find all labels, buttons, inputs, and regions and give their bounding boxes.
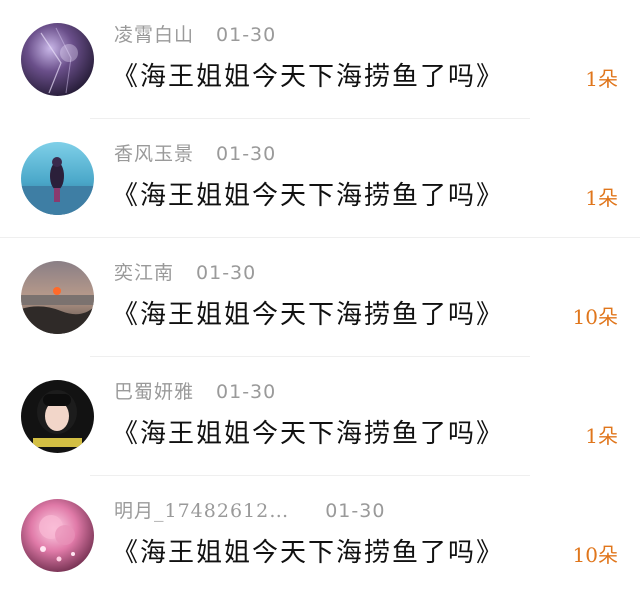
item-date: 01-30: [325, 500, 386, 522]
flower-count: 1朵: [585, 67, 618, 91]
list-item[interactable]: 凌霄白山 01-30 《海王姐姐今天下海捞鱼了吗》 1朵: [0, 0, 640, 118]
item-title[interactable]: 《海王姐姐今天下海捞鱼了吗》: [112, 56, 504, 93]
item-meta: 香风玉景 01-30: [114, 139, 276, 169]
purple-night-avatar-icon: [21, 23, 94, 96]
list-item[interactable]: 明月_17482612… 01-30 《海王姐姐今天下海捞鱼了吗》 10朵: [0, 476, 640, 593]
girl-by-lake-avatar-icon: [21, 142, 94, 215]
item-date: 01-30: [196, 262, 257, 284]
item-meta: 巴蜀妍雅 01-30: [114, 377, 276, 407]
avatar[interactable]: [21, 142, 94, 215]
item-title[interactable]: 《海王姐姐今天下海捞鱼了吗》: [112, 413, 504, 450]
avatar[interactable]: [21, 23, 94, 96]
gift-record-list: 凌霄白山 01-30 《海王姐姐今天下海捞鱼了吗》 1朵 香风玉景 01-30 …: [0, 0, 640, 593]
list-item[interactable]: 奕江南 01-30 《海王姐姐今天下海捞鱼了吗》 10朵: [0, 238, 640, 356]
user-name[interactable]: 凌霄白山: [114, 24, 194, 46]
user-name[interactable]: 巴蜀妍雅: [114, 381, 194, 403]
pink-flower-avatar-icon: [21, 499, 94, 572]
list-item[interactable]: 香风玉景 01-30 《海王姐姐今天下海捞鱼了吗》 1朵: [0, 119, 640, 237]
flower-count: 10朵: [572, 305, 618, 329]
item-meta: 奕江南 01-30: [114, 258, 256, 288]
girl-portrait-avatar-icon: [21, 380, 94, 453]
avatar[interactable]: [21, 380, 94, 453]
item-date: 01-30: [216, 381, 277, 403]
flower-count: 1朵: [585, 424, 618, 448]
item-date: 01-30: [216, 24, 277, 46]
sunset-sea-avatar-icon: [21, 261, 94, 334]
flower-count: 1朵: [585, 186, 618, 210]
list-item[interactable]: 巴蜀妍雅 01-30 《海王姐姐今天下海捞鱼了吗》 1朵: [0, 357, 640, 475]
user-name[interactable]: 香风玉景: [114, 143, 194, 165]
user-name[interactable]: 奕江南: [114, 262, 174, 284]
item-title[interactable]: 《海王姐姐今天下海捞鱼了吗》: [112, 294, 504, 331]
avatar[interactable]: [21, 261, 94, 334]
item-title[interactable]: 《海王姐姐今天下海捞鱼了吗》: [112, 532, 504, 569]
avatar[interactable]: [21, 499, 94, 572]
item-title[interactable]: 《海王姐姐今天下海捞鱼了吗》: [112, 175, 504, 212]
item-date: 01-30: [216, 143, 277, 165]
item-meta: 凌霄白山 01-30: [114, 20, 276, 50]
flower-count: 10朵: [572, 543, 618, 567]
user-name[interactable]: 明月_17482612…: [114, 500, 289, 522]
item-meta: 明月_17482612… 01-30: [114, 496, 385, 526]
